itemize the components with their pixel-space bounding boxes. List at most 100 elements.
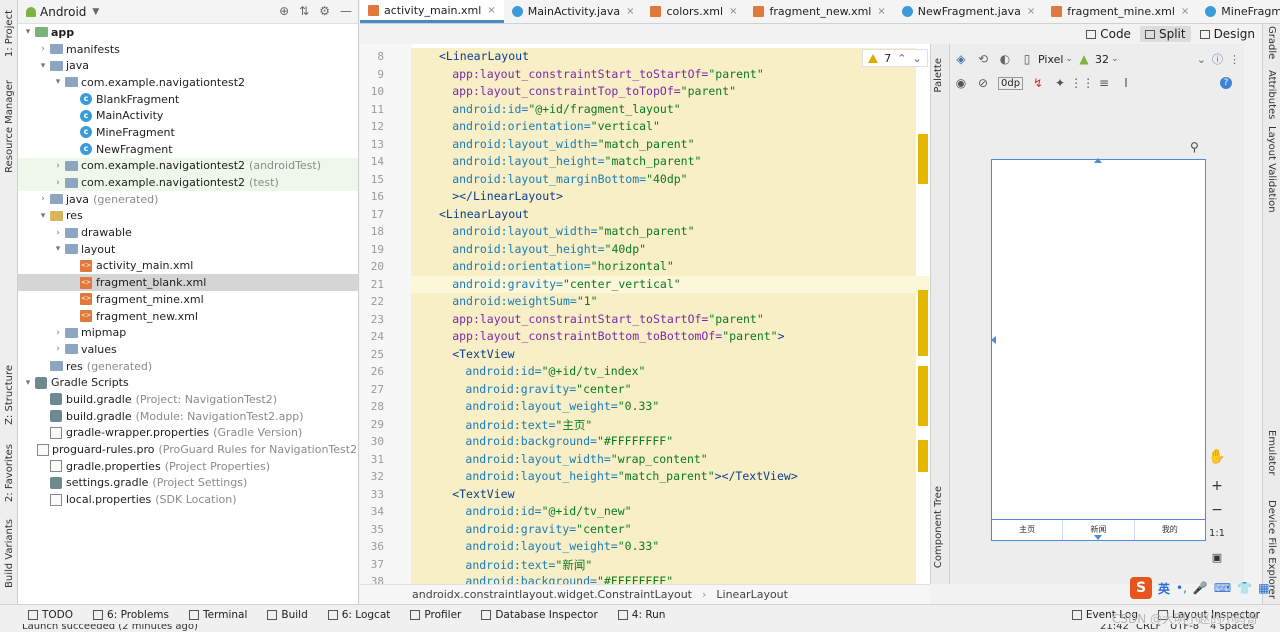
- chevron-right-icon[interactable]: ›: [52, 228, 64, 238]
- code-line[interactable]: 30 android:background="#FFFFFFFF": [360, 433, 930, 451]
- pan-hand-icon[interactable]: ✋: [1206, 447, 1228, 467]
- breadcrumb-item[interactable]: LinearLayout: [716, 588, 788, 601]
- tree-item[interactable]: › values: [18, 341, 358, 358]
- code-line[interactable]: 31 android:layout_width="wrap_content": [360, 450, 930, 468]
- code-line[interactable]: 23 app:layout_constraintStart_toStartOf="…: [360, 310, 930, 328]
- code-line[interactable]: 20 android:orientation="horizontal": [360, 258, 930, 276]
- code-line[interactable]: 25 <TextView: [360, 345, 930, 363]
- chevron-right-icon[interactable]: ›: [52, 178, 64, 188]
- code-line[interactable]: 26 android:id="@+id/tv_index": [360, 363, 930, 381]
- phone-preview[interactable]: [991, 159, 1206, 541]
- caret-position[interactable]: 21:42: [1100, 624, 1129, 632]
- code-line[interactable]: 38 android:background="#FFFFFFFF": [360, 573, 930, 584]
- code-mode-button[interactable]: Code: [1081, 26, 1136, 42]
- tree-item[interactable]: <> fragment_new.xml: [18, 308, 358, 325]
- editor-tab[interactable]: colors.xml ×: [642, 0, 745, 23]
- inspection-widget[interactable]: 7 ⌃ ⌄: [862, 49, 928, 67]
- code-line[interactable]: 37 android:text="新闻": [360, 555, 930, 573]
- tree-item[interactable]: › drawable: [18, 224, 358, 241]
- tree-item[interactable]: › manifests: [18, 41, 358, 58]
- warning-marker[interactable]: [918, 290, 928, 356]
- code-line[interactable]: 32 android:layout_height="match_parent"><…: [360, 468, 930, 486]
- code-line[interactable]: 11 android:id="@+id/fragment_layout": [360, 100, 930, 118]
- zoom-actual-button[interactable]: 1:1: [1206, 523, 1228, 544]
- layers-icon[interactable]: ◈: [954, 52, 968, 66]
- tree-item[interactable]: ▾ Gradle Scripts: [18, 374, 358, 391]
- code-line[interactable]: 28 android:layout_weight="0.33": [360, 398, 930, 416]
- code-line[interactable]: 18 android:layout_width="match_parent": [360, 223, 930, 241]
- tree-item[interactable]: › com.example.navigationtest2 (test): [18, 174, 358, 191]
- tree-item[interactable]: res (generated): [18, 358, 358, 375]
- code-line[interactable]: 14 android:layout_height="match_parent": [360, 153, 930, 171]
- emulator-tab[interactable]: Emulator: [1266, 430, 1277, 475]
- default-margin[interactable]: 0dp: [998, 76, 1024, 90]
- zoom-fit-icon[interactable]: ▣: [1206, 547, 1228, 567]
- editor-tab[interactable]: MainActivity.java ×: [504, 0, 643, 23]
- code-line[interactable]: 8 <LinearLayout: [360, 48, 930, 66]
- skin-icon[interactable]: 👕: [1237, 581, 1252, 595]
- microphone-icon[interactable]: 🎤: [1193, 581, 1208, 595]
- tree-item[interactable]: gradle.properties (Project Properties): [18, 458, 358, 475]
- chevron-down-icon[interactable]: ⌄: [1111, 54, 1119, 64]
- guidelines-icon[interactable]: I: [1119, 76, 1133, 90]
- code-line[interactable]: 27 android:gravity="center": [360, 380, 930, 398]
- tool-window-button[interactable]: Terminal: [179, 609, 257, 621]
- chevron-down-icon[interactable]: ▾: [52, 77, 64, 87]
- code-line[interactable]: 33 <TextView: [360, 485, 930, 503]
- editor-tab[interactable]: fragment_mine.xml ×: [1043, 0, 1197, 23]
- close-icon[interactable]: ×: [626, 6, 634, 17]
- tree-item[interactable]: gradle-wrapper.properties (Gradle Version…: [18, 425, 358, 442]
- chevron-right-icon[interactable]: ›: [37, 194, 49, 204]
- chevron-down-icon[interactable]: ▾: [22, 27, 34, 37]
- tree-item[interactable]: build.gradle (Module: NavigationTest2.app…: [18, 408, 358, 425]
- chevron-up-icon[interactable]: ⌃: [897, 52, 906, 65]
- chevron-down-icon[interactable]: ▾: [37, 211, 49, 221]
- more-options-icon[interactable]: ⋮: [1229, 53, 1240, 66]
- tree-item[interactable]: ▾ java: [18, 57, 358, 74]
- orientation-icon[interactable]: ⟲: [976, 52, 990, 66]
- tree-item[interactable]: <> fragment_mine.xml: [18, 291, 358, 308]
- pack-icon[interactable]: ⋮⋮: [1070, 76, 1094, 90]
- code-line[interactable]: 16 ></LinearLayout>: [360, 188, 930, 206]
- tree-item[interactable]: › com.example.navigationtest2 (androidTest…: [18, 157, 358, 175]
- editor-tab[interactable]: fragment_new.xml ×: [745, 0, 893, 23]
- close-icon[interactable]: ×: [1027, 6, 1035, 17]
- design-mode-button[interactable]: Design: [1195, 26, 1260, 42]
- close-icon[interactable]: ×: [487, 5, 495, 16]
- night-mode-icon[interactable]: ◐: [998, 52, 1012, 66]
- tool-window-button[interactable]: Profiler: [400, 609, 471, 621]
- chevron-down-icon[interactable]: ⌄: [1065, 54, 1073, 64]
- warning-marker[interactable]: [918, 440, 928, 472]
- project-view-selector[interactable]: Android: [40, 5, 86, 19]
- zoom-in-button[interactable]: +: [1206, 476, 1228, 497]
- hide-panel-icon[interactable]: —: [340, 4, 352, 18]
- indent-setting[interactable]: 4 spaces: [1210, 624, 1254, 632]
- tree-item[interactable]: › java (generated): [18, 191, 358, 208]
- tree-item[interactable]: proguard-rules.pro (ProGuard Rules for Na…: [18, 441, 358, 458]
- build-variants-tab[interactable]: Build Variants: [1, 518, 17, 588]
- close-icon[interactable]: ×: [729, 6, 737, 17]
- autoconnect-icon[interactable]: ⊘: [976, 76, 990, 90]
- code-line[interactable]: 9 app:layout_constraintStart_toStartOf="p…: [360, 65, 930, 83]
- punctuation-icon[interactable]: •,: [1176, 581, 1187, 595]
- tree-item[interactable]: <> activity_main.xml: [18, 258, 358, 275]
- editor-tab[interactable]: activity_main.xml ×: [360, 0, 504, 23]
- code-line[interactable]: 24 app:layout_constraintBottom_toBottomOf…: [360, 328, 930, 346]
- palette-tab[interactable]: Palette: [933, 58, 944, 93]
- chevron-down-icon[interactable]: ▾: [37, 61, 49, 71]
- tool-window-button[interactable]: Database Inspector: [471, 609, 607, 621]
- code-line[interactable]: 34 android:id="@+id/tv_new": [360, 503, 930, 521]
- tree-item[interactable]: ▾ com.example.navigationtest2: [18, 74, 358, 91]
- code-line[interactable]: 13 android:layout_width="match_parent": [360, 135, 930, 153]
- split-mode-button[interactable]: Split: [1139, 26, 1191, 42]
- tree-item[interactable]: ▾ res: [18, 208, 358, 225]
- tree-item[interactable]: › mipmap: [18, 324, 358, 341]
- tree-item[interactable]: local.properties (SDK Location): [18, 491, 358, 508]
- favorites-tab[interactable]: 2: Favorites: [1, 438, 17, 508]
- device-selector[interactable]: Pixel: [1038, 53, 1063, 66]
- code-editor[interactable]: 8 <LinearLayout 9 app:layout_constraintStar…: [360, 44, 930, 584]
- code-line[interactable]: 12 android:orientation="vertical": [360, 118, 930, 136]
- toolbox-icon[interactable]: ▦: [1258, 581, 1269, 595]
- clear-constraints-icon[interactable]: ↯: [1031, 76, 1045, 90]
- tree-item[interactable]: settings.gradle (Project Settings): [18, 475, 358, 492]
